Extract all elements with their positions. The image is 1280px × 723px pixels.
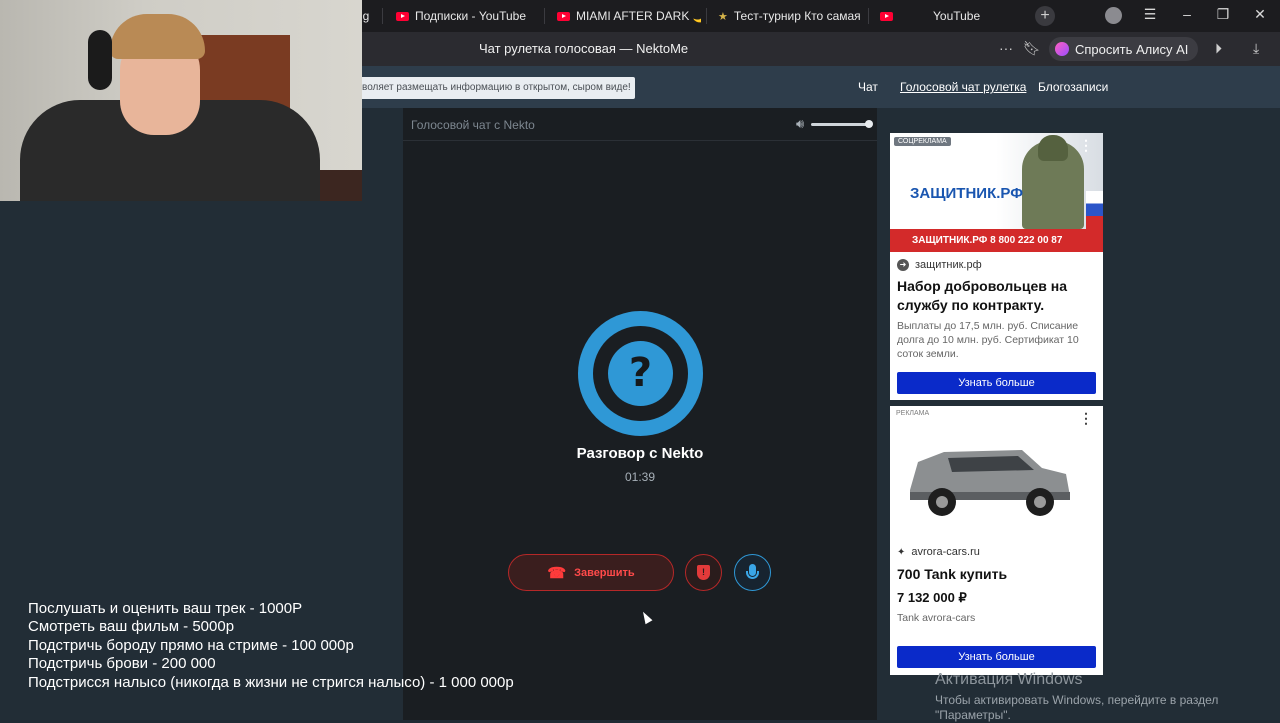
ad-banner-image: ЗАЩИТНИК.РФ ЗАЩИТНИК.РФ 8 800 222 00 87 … xyxy=(890,133,1103,252)
panel-header: Голосовой чат с Nekto 🔊︎ xyxy=(403,108,877,141)
windows-activation-watermark: Активация Windows Чтобы активировать Win… xyxy=(935,671,1275,723)
nav-link-chat[interactable]: Чат xyxy=(858,80,878,94)
windows-activation-body: Чтобы активировать Windows, перейдите в … xyxy=(935,693,1219,722)
helmet-image xyxy=(1038,135,1068,161)
ad-headline: Набор добровольцев на службу по контракт… xyxy=(897,278,1067,313)
tab-label: Тест-турнир Кто самая к xyxy=(733,9,862,23)
ask-alice-label: Спросить Алису AI xyxy=(1075,41,1189,57)
tab-youtube[interactable]: YouTube xyxy=(880,4,1020,28)
volume-slider[interactable] xyxy=(811,123,869,126)
volume-icon[interactable]: 🔊︎ xyxy=(796,116,804,132)
arrow-right-icon: ➜ xyxy=(897,259,909,271)
tab-label: YouTube xyxy=(933,9,981,23)
youtube-icon xyxy=(557,11,570,21)
volume-slider-handle[interactable] xyxy=(865,120,873,128)
nav-link-blog[interactable]: Блогозаписи xyxy=(1038,80,1108,94)
mouse-cursor xyxy=(639,609,653,625)
headset-icon xyxy=(88,30,112,90)
ad-card-volunteer[interactable]: ЗАЩИТНИК.РФ ЗАЩИТНИК.РФ 8 800 222 00 87 … xyxy=(890,133,1103,400)
ad-body: Tank avrora-cars xyxy=(897,612,976,624)
ad-label: СОЦРЕКЛАМА xyxy=(894,137,951,146)
report-button[interactable]: ! xyxy=(685,554,722,591)
new-tab-button[interactable]: + xyxy=(1035,6,1055,26)
ad-domain-label: защитник.рф xyxy=(915,259,982,271)
ad-banner-phone: ЗАЩИТНИК.РФ 8 800 222 00 87 xyxy=(890,229,1103,252)
hang-up-icon: ☎︎ xyxy=(547,564,567,582)
page-title[interactable]: Чат рулетка голосовая — NektoMe xyxy=(479,41,688,56)
alice-icon xyxy=(1055,42,1069,56)
restore-icon[interactable]: ❐ xyxy=(1213,6,1233,23)
partner-avatar: ? xyxy=(578,311,703,436)
ad-banner-brand: ЗАЩИТНИК.РФ xyxy=(910,185,1024,202)
end-call-label: Завершить xyxy=(574,566,635,579)
panel-title: Голосовой чат с Nekto xyxy=(411,118,535,132)
microphone-button[interactable] xyxy=(734,554,771,591)
ad-headline: 700 Tank купить xyxy=(897,566,1008,582)
microphone-stand xyxy=(746,571,759,579)
ad-menu-icon[interactable]: ⋮ xyxy=(1079,411,1093,425)
stream-price-list: Послушать и оценить ваш трек - 1000Р Смо… xyxy=(28,600,514,692)
ad-body: Выплаты до 17,5 млн. руб. Списание долга… xyxy=(897,320,1079,360)
more-options-icon[interactable]: ··· xyxy=(999,40,1013,56)
car-image xyxy=(910,450,1070,516)
webcam-overlay xyxy=(0,0,362,201)
end-call-button[interactable]: ☎︎ Завершить xyxy=(508,554,674,591)
close-window-icon[interactable]: ✕ xyxy=(1250,6,1270,23)
question-mark-icon: ? xyxy=(608,341,673,406)
youtube-icon xyxy=(880,11,893,21)
call-timer: 01:39 xyxy=(624,470,656,484)
ad-card-car[interactable]: РЕКЛАМА ⋮ ✦ avrora-cars.ru 700 Tank купи… xyxy=(890,406,1103,675)
price-list-item: Смотреть ваш фильм - 5000р xyxy=(28,618,235,636)
tab-divider xyxy=(706,8,707,24)
minimize-icon[interactable]: – xyxy=(1177,6,1197,22)
tab-youtube-subscriptions[interactable]: Подписки - YouTube xyxy=(396,4,536,28)
nav-link-voice-chat[interactable]: Голосовой чат рулетка xyxy=(900,80,1026,94)
ad-domain[interactable]: ➜ защитник.рф xyxy=(897,259,982,271)
tab-divider xyxy=(544,8,545,24)
youtube-icon xyxy=(396,11,409,21)
ad-learn-more-button[interactable]: Узнать больше xyxy=(897,646,1096,668)
download-icon[interactable]: ⤓ xyxy=(1253,40,1259,57)
avrora-logo-icon: ✦ xyxy=(897,546,906,558)
ad-domain[interactable]: ✦ avrora-cars.ru xyxy=(897,546,980,558)
webcam-person-hair xyxy=(110,14,205,59)
tab-miami-after-dark[interactable]: MIAMI AFTER DARK 🌙 S xyxy=(557,4,701,28)
shield-icon: ! xyxy=(697,565,710,580)
menu-icon[interactable]: ☰ xyxy=(1140,6,1160,23)
tab-divider xyxy=(868,8,869,24)
media-play-icon[interactable]: ⏵ xyxy=(1215,40,1222,57)
windows-activation-title: Активация Windows xyxy=(935,671,1083,688)
flag-image xyxy=(1086,191,1103,229)
tab-test-tournament[interactable]: ★ Тест-турнир Кто самая к xyxy=(718,4,862,28)
ad-domain-label: avrora-cars.ru xyxy=(911,546,980,558)
star-icon: ★ xyxy=(718,10,728,23)
tab-divider xyxy=(382,8,383,24)
ad-price: 7 132 000 ₽ xyxy=(897,590,967,605)
conversation-title: Разговор с Nekto xyxy=(576,445,704,462)
tab-label: MIAMI AFTER DARK 🌙 S xyxy=(576,9,701,23)
price-list-item: Подстричь бороду прямо на стриме - 100 0… xyxy=(28,636,354,654)
bookmark-icon[interactable]: 🔖︎ xyxy=(1023,40,1041,57)
site-notice: воляет размещать информацию в открытом, … xyxy=(352,77,635,99)
ad-label: РЕКЛАМА xyxy=(896,410,930,417)
ask-alice-button[interactable]: Спросить Алису AI xyxy=(1049,37,1199,61)
tab-label: Подписки - YouTube xyxy=(415,9,527,23)
ad-learn-more-button[interactable]: Узнать больше xyxy=(897,372,1096,394)
profile-avatar-icon[interactable] xyxy=(1105,7,1122,24)
ad-menu-icon[interactable]: ⋮ xyxy=(1079,138,1093,152)
price-list-item: Послушать и оценить ваш трек - 1000Р xyxy=(28,600,303,617)
avatar-ring: ? xyxy=(593,326,688,421)
price-list-item: Подстричь брови - 200 000 xyxy=(28,655,216,673)
price-list-item: Подстрисся налысо (никогда в жизни не ст… xyxy=(28,673,514,691)
